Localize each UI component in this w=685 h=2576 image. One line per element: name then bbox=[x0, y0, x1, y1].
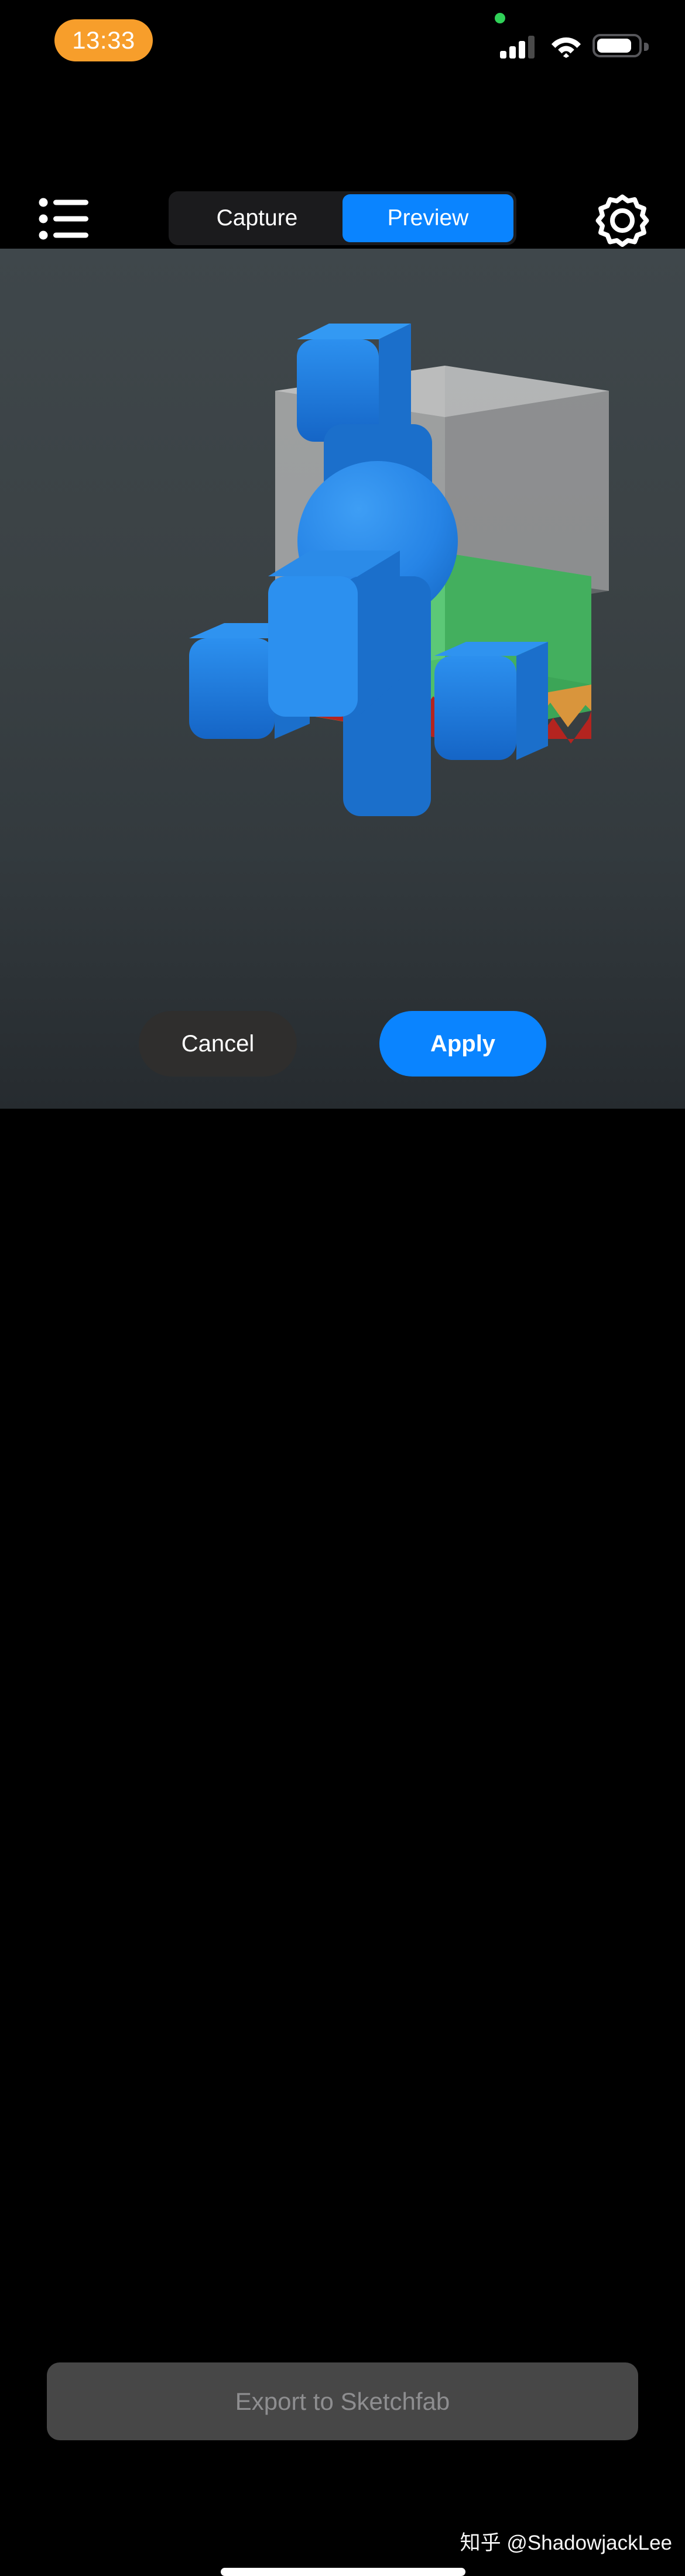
cellular-signal-icon bbox=[500, 34, 539, 59]
top-toolbar: Capture Preview bbox=[0, 76, 685, 249]
home-indicator[interactable] bbox=[221, 2568, 465, 2576]
status-bar-time-pill: 13:33 bbox=[54, 19, 153, 61]
cancel-button[interactable]: Cancel bbox=[139, 1011, 297, 1077]
export-to-sketchfab-button[interactable]: Export to Sketchfab bbox=[47, 2362, 638, 2440]
crop-handle-top[interactable] bbox=[297, 324, 411, 442]
status-bar-clock: 13:33 bbox=[72, 26, 135, 54]
battery-icon bbox=[592, 34, 649, 57]
tab-capture[interactable]: Capture bbox=[172, 194, 342, 242]
status-bar: 13:33 bbox=[0, 0, 685, 76]
3d-preview-viewport[interactable] bbox=[0, 249, 685, 1109]
bulleted-list-icon[interactable] bbox=[34, 190, 98, 248]
mode-segmented-control[interactable]: Capture Preview bbox=[169, 191, 516, 245]
bottom-panel: Export to Sketchfab 知乎 @ShadowjackLee bbox=[0, 1109, 685, 2576]
gear-icon[interactable] bbox=[590, 187, 655, 252]
privacy-indicator-dot bbox=[495, 13, 505, 23]
crop-handle-right[interactable] bbox=[434, 642, 548, 760]
watermark: 知乎 @ShadowjackLee bbox=[460, 2532, 672, 2554]
tab-preview[interactable]: Preview bbox=[342, 194, 513, 242]
scanned-mesh-with-crop-gizmo[interactable] bbox=[0, 249, 685, 1109]
wifi-icon bbox=[550, 33, 582, 58]
crop-handle-front[interactable] bbox=[268, 551, 400, 717]
apply-button[interactable]: Apply bbox=[379, 1011, 546, 1077]
